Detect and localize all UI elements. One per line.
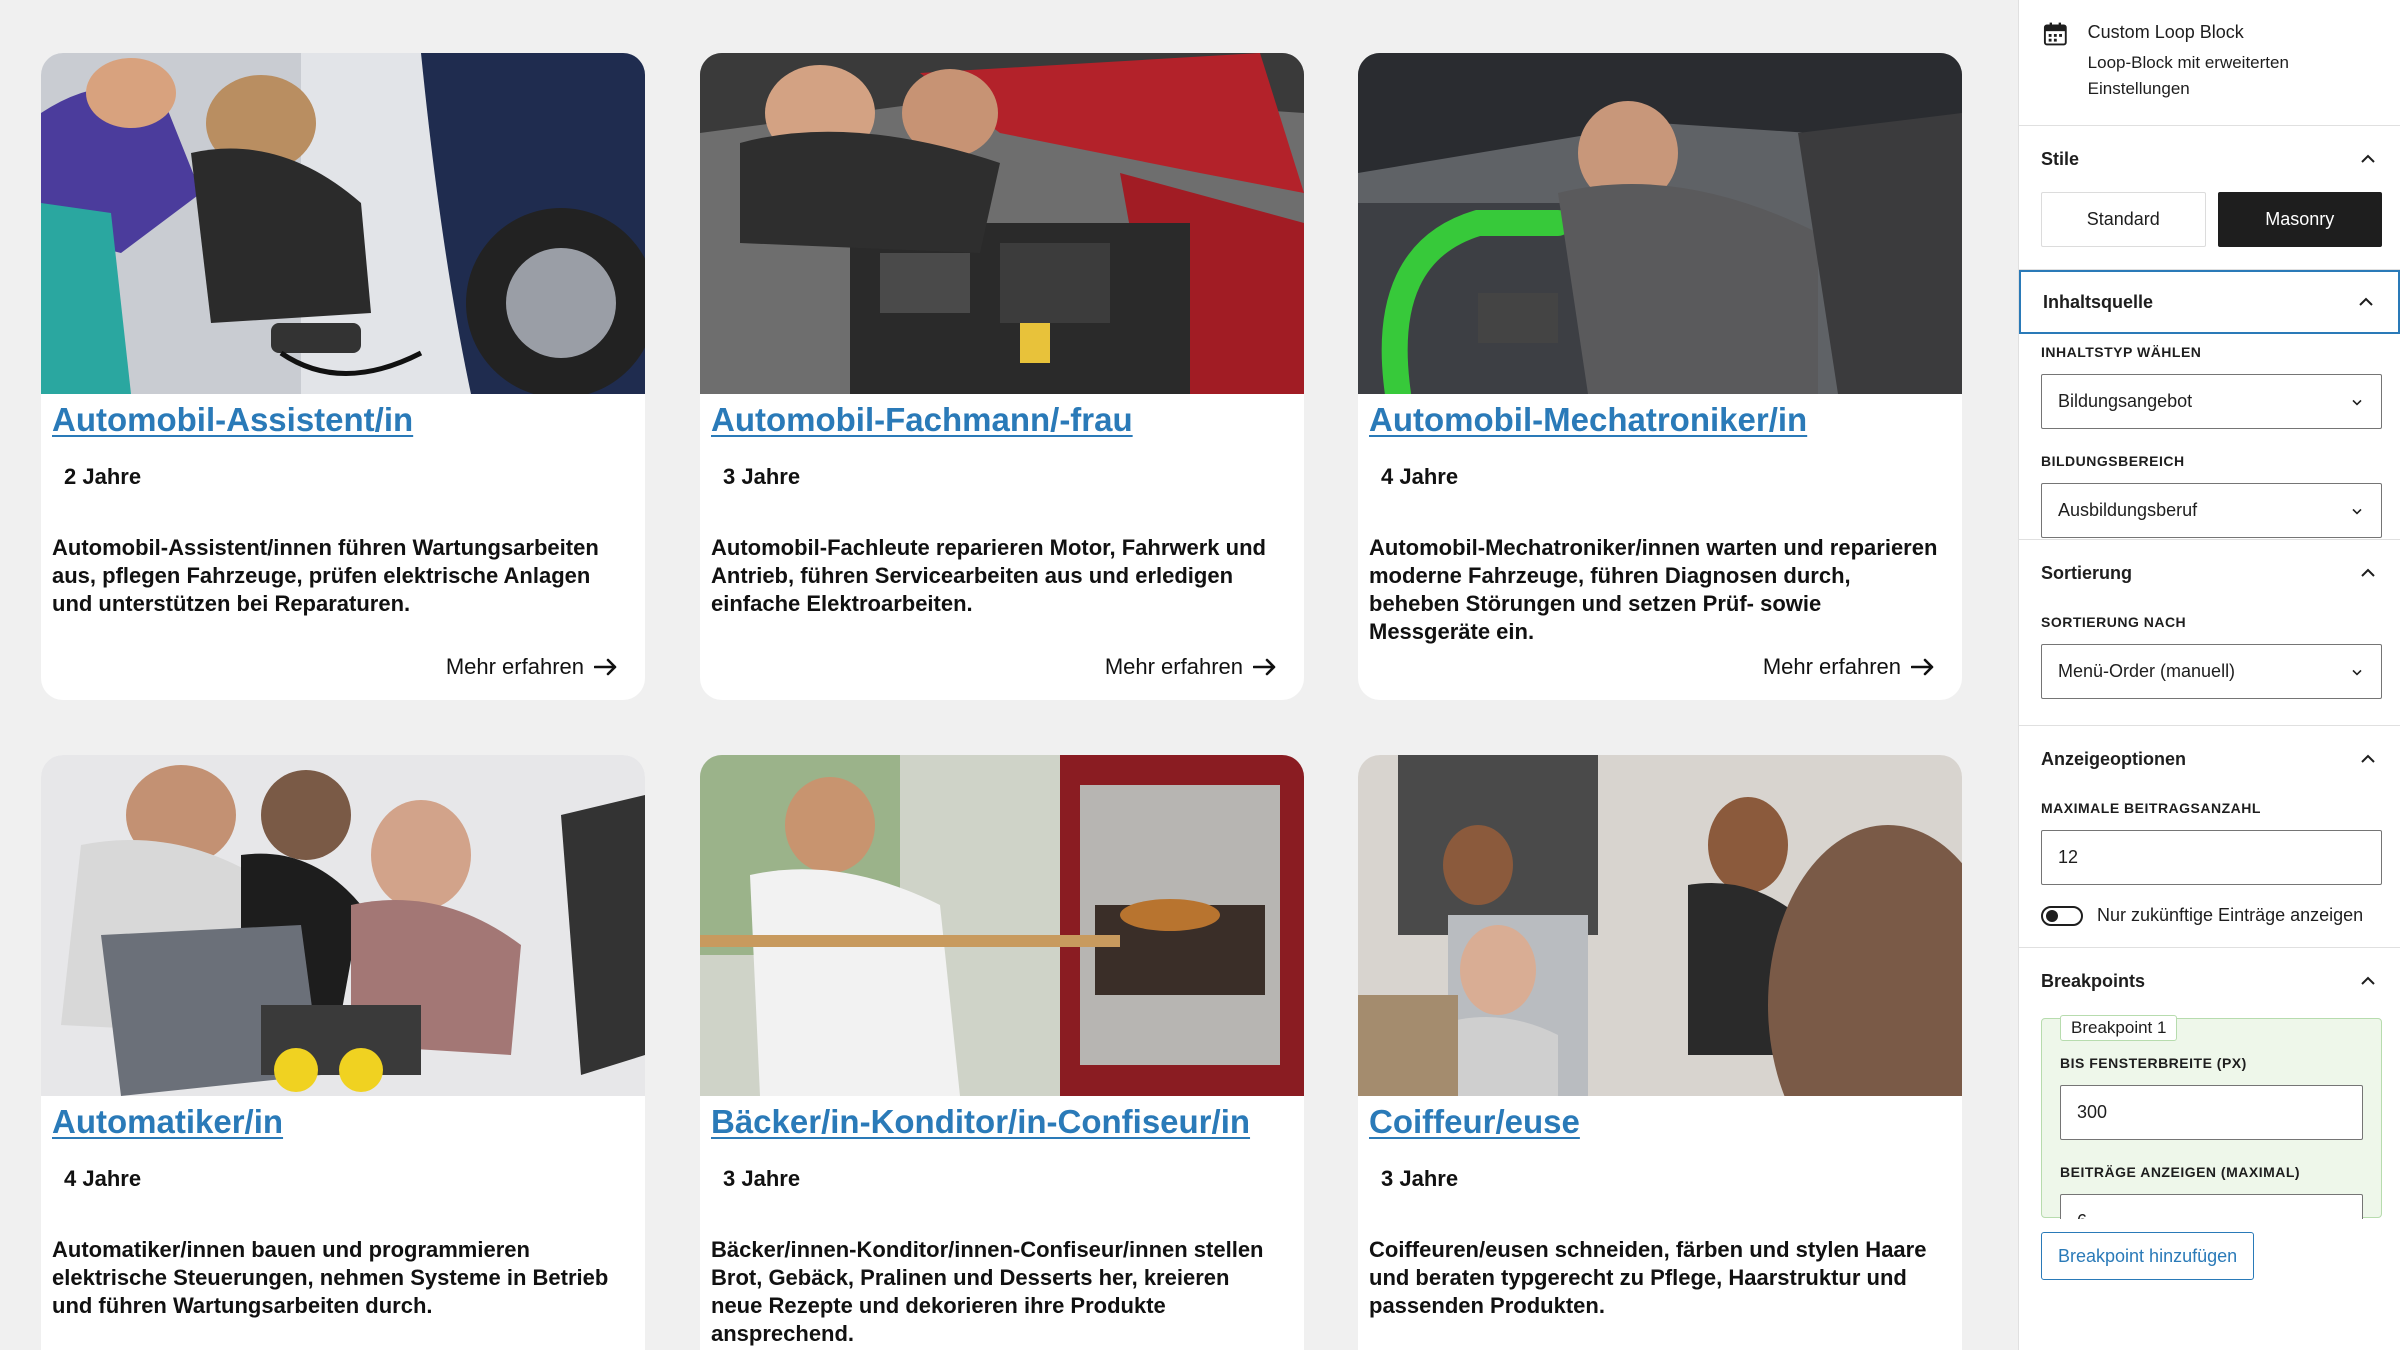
breakpoint-1-group: Breakpoint 1 BIS FENSTERBREITE (PX) 300 … bbox=[2041, 1015, 2382, 1219]
chevron-up-icon bbox=[2361, 568, 2375, 577]
education-area-label: BILDUNGSBEREICH bbox=[2041, 453, 2185, 469]
card-image-laptop-robot bbox=[41, 755, 645, 1096]
card-automatiker[interactable]: Automatiker/in 4 Jahre Automatiker/innen… bbox=[41, 755, 645, 1350]
arrow-right-icon bbox=[594, 658, 617, 676]
education-area-select[interactable]: Ausbildungsberuf bbox=[2041, 483, 2382, 538]
panel-content-source: Inhaltsquelle INHALTSTYP WÄHLEN Bildungs… bbox=[2019, 270, 2400, 540]
breakpoint-posts-input[interactable]: 6 bbox=[2060, 1194, 2363, 1219]
panel-title: Anzeigeoptionen bbox=[2041, 748, 2186, 769]
sort-by-select[interactable]: Menü-Order (manuell) bbox=[2041, 644, 2382, 699]
card-automobil-fachmann[interactable]: Automobil-Fachmann/-frau 3 Jahre Automob… bbox=[700, 53, 1304, 700]
education-area-value: Ausbildungsberuf bbox=[2058, 500, 2198, 520]
arrow-right-icon bbox=[1253, 658, 1276, 676]
block-title: Custom Loop Block bbox=[2087, 22, 2244, 42]
card-duration: 4 Jahre bbox=[64, 1166, 142, 1191]
style-masonry-button[interactable]: Masonry bbox=[2217, 192, 2382, 247]
panel-display-options: Anzeigeoptionen MAXIMALE BEITRAGSANZAHL … bbox=[2019, 726, 2400, 948]
panel-title: Stile bbox=[2041, 148, 2080, 169]
card-duration: 3 Jahre bbox=[1381, 1166, 1459, 1191]
panel-display-options-toggle[interactable]: Anzeigeoptionen bbox=[2019, 726, 2400, 792]
breakpoint-width-input[interactable]: 300 bbox=[2060, 1085, 2363, 1140]
more-link[interactable]: Mehr erfahren bbox=[1763, 653, 1935, 681]
style-standard-button[interactable]: Standard bbox=[2041, 192, 2206, 247]
more-link-label: Mehr erfahren bbox=[445, 654, 584, 679]
chevron-down-icon bbox=[2352, 399, 2362, 406]
card-automobil-assistent[interactable]: Automobil-Assistent/in 2 Jahre Automobil… bbox=[41, 53, 645, 700]
block-settings-sidebar: Custom Loop Block Loop-Block mit erweite… bbox=[2018, 0, 2400, 1350]
card-title-link[interactable]: Automatiker/in bbox=[52, 1100, 625, 1144]
panel-breakpoints: Breakpoints Breakpoint 1 BIS FENSTERBREI… bbox=[2019, 948, 2400, 1280]
max-posts-input[interactable]: 12 bbox=[2041, 830, 2382, 885]
more-link-label: Mehr erfahren bbox=[1762, 654, 1901, 679]
chevron-down-icon bbox=[2352, 508, 2362, 515]
card-image-hair-salon bbox=[1358, 755, 1962, 1096]
panel-title: Sortierung bbox=[2041, 562, 2133, 583]
sort-by-value: Menü-Order (manuell) bbox=[2058, 661, 2236, 681]
card-description: Automobil-Fachleute reparieren Motor, Fa… bbox=[711, 535, 1266, 616]
card-image-bakery-oven bbox=[700, 755, 1304, 1096]
content-type-value: Bildungsangebot bbox=[2058, 391, 2193, 411]
content-type-select[interactable]: Bildungsangebot bbox=[2041, 374, 2382, 429]
more-link[interactable]: Mehr erfahren bbox=[446, 653, 618, 681]
panel-title: Breakpoints bbox=[2041, 970, 2146, 991]
breakpoint-width-label: BIS FENSTERBREITE (PX) bbox=[2060, 1055, 2247, 1071]
breakpoint-1-legend: Breakpoint 1 bbox=[2060, 1015, 2178, 1041]
panel-styles-toggle[interactable]: Stile bbox=[2019, 126, 2400, 192]
card-image-diagnostics bbox=[1358, 53, 1962, 394]
block-description: Loop-Block mit erweiterten Einstellungen bbox=[2087, 53, 2289, 98]
card-title-link[interactable]: Automobil-Fachmann/-frau bbox=[711, 398, 1284, 442]
card-duration: 2 Jahre bbox=[64, 464, 142, 489]
card-title-link[interactable]: Bäcker/in-Konditor/in-Confiseur/in bbox=[711, 1100, 1284, 1144]
toggle-knob bbox=[2046, 909, 2058, 922]
card-description: Automatiker/innen bauen und programmiere… bbox=[52, 1237, 609, 1318]
more-link-label: Mehr erfahren bbox=[1104, 654, 1243, 679]
card-duration: 3 Jahre bbox=[723, 1166, 801, 1191]
chevron-up-icon bbox=[2359, 297, 2373, 306]
card-image-engine-bay bbox=[700, 53, 1304, 394]
chevron-up-icon bbox=[2361, 976, 2375, 985]
panel-content-source-toggle[interactable]: Inhaltsquelle bbox=[2019, 270, 2400, 334]
panel-title: Inhaltsquelle bbox=[2043, 291, 2154, 312]
card-automobil-mechatroniker[interactable]: Automobil-Mechatroniker/in 4 Jahre Autom… bbox=[1358, 53, 1962, 700]
card-duration: 4 Jahre bbox=[1381, 464, 1459, 489]
chevron-up-icon bbox=[2361, 754, 2375, 763]
future-only-label: Nur zukünftige Einträge anzeigen bbox=[2097, 905, 2364, 925]
block-card: Custom Loop Block Loop-Block mit erweite… bbox=[2019, 0, 2400, 126]
breakpoint-posts-label: BEITRÄGE ANZEIGEN (MAXIMAL) bbox=[2060, 1164, 2301, 1180]
panel-styles: Stile Standard Masonry bbox=[2019, 126, 2400, 270]
panel-breakpoints-toggle[interactable]: Breakpoints bbox=[2019, 948, 2400, 1014]
card-title-link[interactable]: Coiffeur/euse bbox=[1369, 1100, 1942, 1144]
card-description: Automobil-Assistent/innen führen Wartung… bbox=[52, 535, 599, 616]
sort-by-label: SORTIERUNG NACH bbox=[2041, 614, 2187, 630]
future-only-toggle[interactable] bbox=[2041, 905, 2083, 926]
add-breakpoint-button[interactable]: Breakpoint hinzufügen bbox=[2041, 1232, 2255, 1280]
more-link[interactable]: Mehr erfahren bbox=[1105, 653, 1277, 681]
card-title-link[interactable]: Automobil-Mechatroniker/in bbox=[1369, 398, 1942, 442]
chevron-down-icon bbox=[2352, 669, 2362, 676]
calendar-icon bbox=[2043, 22, 2067, 46]
card-baecker-konditor[interactable]: Bäcker/in-Konditor/in-Confiseur/in 3 Jah… bbox=[700, 755, 1304, 1350]
card-description: Coiffeuren/eusen schneiden, färben und s… bbox=[1369, 1237, 1927, 1318]
arrow-right-icon bbox=[1911, 658, 1934, 676]
card-description: Automobil-Mechatroniker/innen warten und… bbox=[1369, 535, 1938, 644]
panel-sorting: Sortierung SORTIERUNG NACH Menü-Order (m… bbox=[2019, 540, 2400, 726]
card-title-link[interactable]: Automobil-Assistent/in bbox=[52, 398, 625, 442]
card-duration: 3 Jahre bbox=[723, 464, 801, 489]
editor-canvas: Automobil-Assistent/in 2 Jahre Automobil… bbox=[0, 0, 2016, 1350]
card-coiffeur[interactable]: Coiffeur/euse 3 Jahre Coiffeuren/eusen s… bbox=[1358, 755, 1962, 1350]
chevron-up-icon bbox=[2361, 154, 2375, 163]
card-image-workshop-tire bbox=[41, 53, 645, 394]
panel-sorting-toggle[interactable]: Sortierung bbox=[2019, 540, 2400, 606]
content-type-label: INHALTSTYP WÄHLEN bbox=[2041, 344, 2202, 360]
max-posts-label: MAXIMALE BEITRAGSANZAHL bbox=[2041, 800, 2261, 816]
card-description: Bäcker/innen-Konditor/innen-Confiseur/in… bbox=[711, 1237, 1264, 1346]
